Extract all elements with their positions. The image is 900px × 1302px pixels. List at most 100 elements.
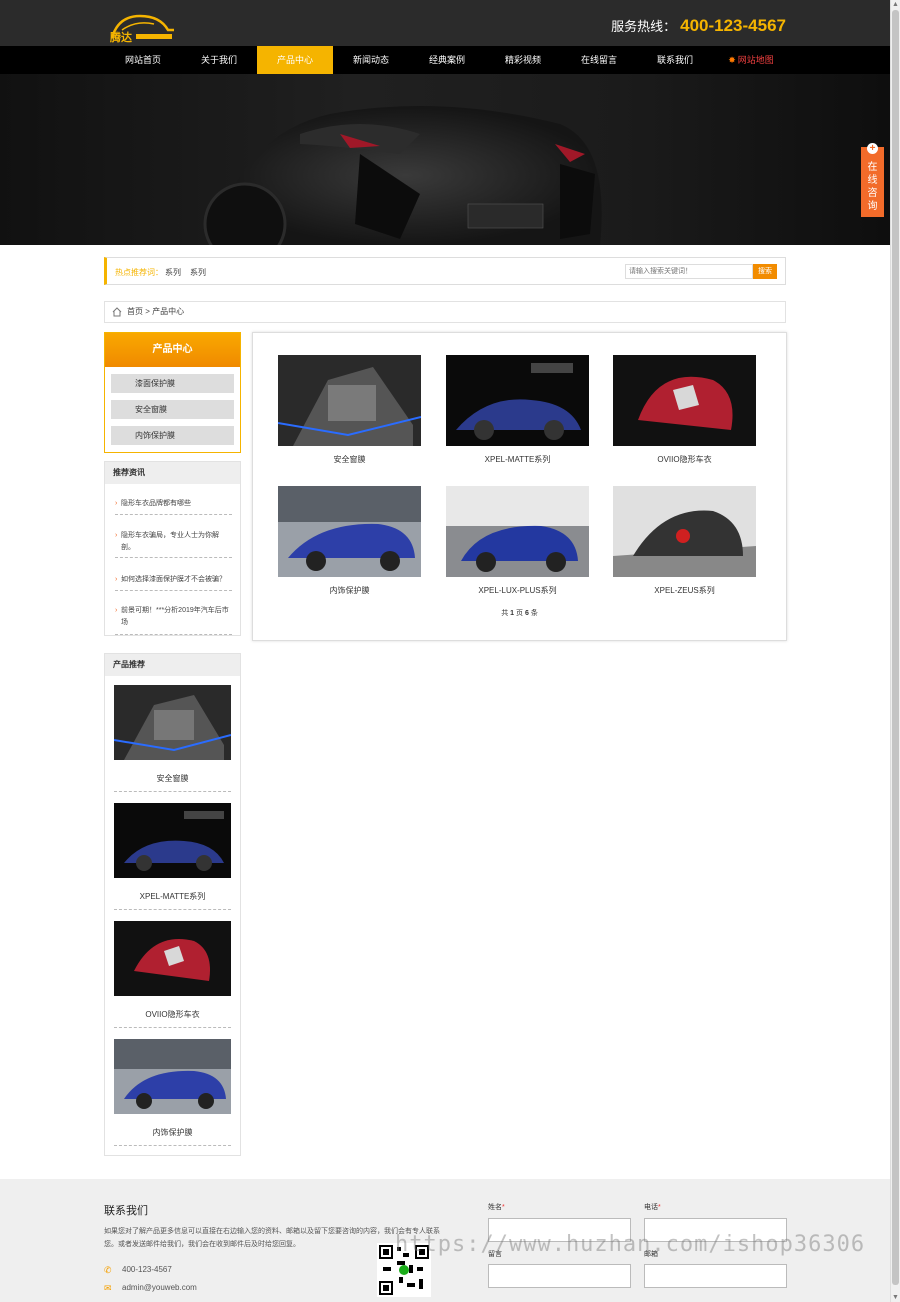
page-scrollbar[interactable]: ▲ ▼ xyxy=(890,0,900,1302)
product-card[interactable]: OVIIO隐形车衣 xyxy=(613,355,756,465)
consult-line-1: 在 xyxy=(867,162,878,173)
product-label: OVIIO隐形车衣 xyxy=(657,455,712,464)
breadcrumb-separator: > xyxy=(145,307,150,316)
consult-line-3: 咨 xyxy=(867,188,878,199)
product-image-interior xyxy=(113,685,232,760)
consult-line-4: 询 xyxy=(867,201,878,212)
sidebar-product-label: OVIIO隐形车衣 xyxy=(145,1010,200,1019)
email-field[interactable] xyxy=(644,1264,787,1288)
product-image-lexus xyxy=(114,1039,231,1114)
breadcrumb-home[interactable]: 首页 xyxy=(127,307,143,316)
form-label-tel-text: 电话 xyxy=(644,1204,658,1211)
form-label-tel: 电话* xyxy=(644,1202,661,1212)
hotline-number: 400-123-4567 xyxy=(680,16,786,35)
hot-keyword[interactable]: 系列 xyxy=(165,268,181,277)
nav-products[interactable]: 产品中心 xyxy=(257,46,333,74)
pager-prefix: 共 xyxy=(501,610,509,617)
news-item[interactable]: 前景可期！***分析2019年汽车后市场 xyxy=(115,605,232,635)
sidebar-product-card[interactable]: OVIIO隐形车衣 xyxy=(114,921,231,1028)
nav-about[interactable]: 关于我们 xyxy=(181,46,257,74)
banner-car-image xyxy=(203,106,602,245)
product-image-ford-gt xyxy=(613,486,756,577)
product-label: XPEL-MATTE系列 xyxy=(484,455,551,464)
site-logo[interactable]: 腾达 xyxy=(106,10,176,44)
note-field[interactable] xyxy=(488,1264,631,1288)
search-button[interactable]: 搜索 xyxy=(753,264,777,279)
breadcrumb-current[interactable]: 产品中心 xyxy=(152,307,184,316)
breadcrumb: 首页 > 产品中心 xyxy=(104,301,786,323)
required-mark: * xyxy=(658,1204,661,1211)
pagination: 共 1 页 6 条 xyxy=(253,608,786,618)
form-label-name-text: 姓名 xyxy=(488,1204,502,1211)
sidebar-product-label: 安全窗膜 xyxy=(156,774,189,783)
svg-text:腾达: 腾达 xyxy=(110,30,132,44)
sidebar-categories: 产品中心 漆面保护膜 安全窗膜 内饰保护膜 xyxy=(104,332,241,453)
product-image-matte xyxy=(114,803,231,878)
nav-news[interactable]: 新闻动态 xyxy=(333,46,409,74)
top-header: 腾达 服务热线： 400-123-4567 xyxy=(0,0,890,46)
hotline-label: 服务热线： xyxy=(611,19,677,34)
product-card[interactable]: 安全窗膜 xyxy=(277,355,422,465)
product-image-jaguar xyxy=(446,486,589,577)
hot-search-label: 热点推荐词： xyxy=(115,268,163,277)
hotline: 服务热线： 400-123-4567 xyxy=(611,16,786,36)
product-card[interactable]: XPEL-ZEUS系列 xyxy=(613,486,756,596)
sidebar-product-card[interactable]: 安全窗膜 xyxy=(113,685,232,792)
sidebar-category-window-film[interactable]: 安全窗膜 xyxy=(111,400,234,419)
nav-message[interactable]: 在线留言 xyxy=(561,46,637,74)
sidebar-category-paint-film[interactable]: 漆面保护膜 xyxy=(111,374,234,393)
footer-phone-number: 400-123-4567 xyxy=(122,1265,172,1274)
scroll-down-icon[interactable]: ▼ xyxy=(891,1293,900,1302)
pager-suffix: 条 xyxy=(530,610,538,617)
product-image-interior xyxy=(277,355,422,446)
sidebar-category-title: 产品中心 xyxy=(105,333,240,367)
news-item[interactable]: 如何选择漆面保护膜才不会被骗？ xyxy=(115,574,232,591)
sidebar-news: 推荐资讯 隐形车衣品牌都有哪些 隐形车衣骗局，专业人士为你解剖。 如何选择漆面保… xyxy=(104,461,241,636)
nav-videos[interactable]: 精彩视频 xyxy=(485,46,561,74)
scroll-up-icon[interactable]: ▲ xyxy=(891,0,900,9)
product-label: XPEL-LUX-PLUS系列 xyxy=(478,586,557,595)
nav-contact[interactable]: 联系我们 xyxy=(637,46,713,74)
news-item[interactable]: 隐形车衣品牌都有哪些 xyxy=(115,498,232,515)
watermark-text: https://www.huzhan.com/ishop36306 xyxy=(395,1232,866,1257)
online-consult-tab[interactable]: + 在 线 咨 询 xyxy=(861,143,884,217)
hot-keywords: 系列 系列 xyxy=(165,267,215,278)
pager-mid: 页 xyxy=(516,610,523,617)
product-image-oviio xyxy=(613,355,756,446)
scrollbar-thumb[interactable] xyxy=(892,10,899,1285)
news-item[interactable]: 隐形车衣骗局，专业人士为你解剖。 xyxy=(115,530,232,558)
sidebar-product-card[interactable]: 内饰保护膜 xyxy=(114,1039,231,1146)
product-label: XPEL-ZEUS系列 xyxy=(654,586,715,595)
pager-count: 6 xyxy=(524,610,529,617)
hot-keyword[interactable]: 系列 xyxy=(190,268,206,277)
hero-banner xyxy=(0,74,890,245)
nav-cases[interactable]: 经典案例 xyxy=(409,46,485,74)
footer-email-address[interactable]: admin@youweb.com xyxy=(122,1283,197,1292)
footer-title: 联系我们 xyxy=(104,1205,148,1217)
product-card[interactable]: XPEL-MATTE系列 xyxy=(446,355,589,465)
product-card[interactable]: XPEL-LUX-PLUS系列 xyxy=(446,486,589,596)
plus-icon: + xyxy=(867,143,878,154)
sidebar-product-label: XPEL-MATTE系列 xyxy=(139,892,206,901)
home-icon xyxy=(112,307,122,317)
form-label-name: 姓名* xyxy=(488,1202,505,1212)
sidebar-category-interior-film[interactable]: 内饰保护膜 xyxy=(111,426,234,445)
required-mark: * xyxy=(502,1204,505,1211)
product-grid: 安全窗膜 XPEL-MATTE系列 OVIIO隐形车衣 内饰保护膜 XPEL-L… xyxy=(252,332,787,641)
sidebar-news-title: 推荐资讯 xyxy=(105,462,240,484)
pager-pages: 1 xyxy=(510,610,515,617)
footer-email: ✉ admin@youweb.com xyxy=(104,1283,197,1293)
main-nav: 网站首页 关于我们 产品中心 新闻动态 经典案例 精彩视频 在线留言 联系我们 … xyxy=(0,46,890,74)
product-card[interactable]: 内饰保护膜 xyxy=(278,486,421,596)
sidebar-products: 产品推荐 安全窗膜 XPEL-MATTE系列 OVIIO隐形车衣 内饰保护膜 xyxy=(104,653,241,1156)
nav-sitemap[interactable]: 网站地图 xyxy=(713,46,789,74)
phone-icon: ✆ xyxy=(104,1265,112,1275)
product-label: 安全窗膜 xyxy=(333,455,366,464)
product-image-matte xyxy=(446,355,589,446)
search-input[interactable] xyxy=(625,264,753,279)
sidebar-product-card[interactable]: XPEL-MATTE系列 xyxy=(114,803,231,910)
product-label: 内饰保护膜 xyxy=(329,586,370,595)
mail-icon: ✉ xyxy=(104,1283,112,1293)
nav-home[interactable]: 网站首页 xyxy=(105,46,181,74)
product-image-oviio xyxy=(114,921,231,996)
